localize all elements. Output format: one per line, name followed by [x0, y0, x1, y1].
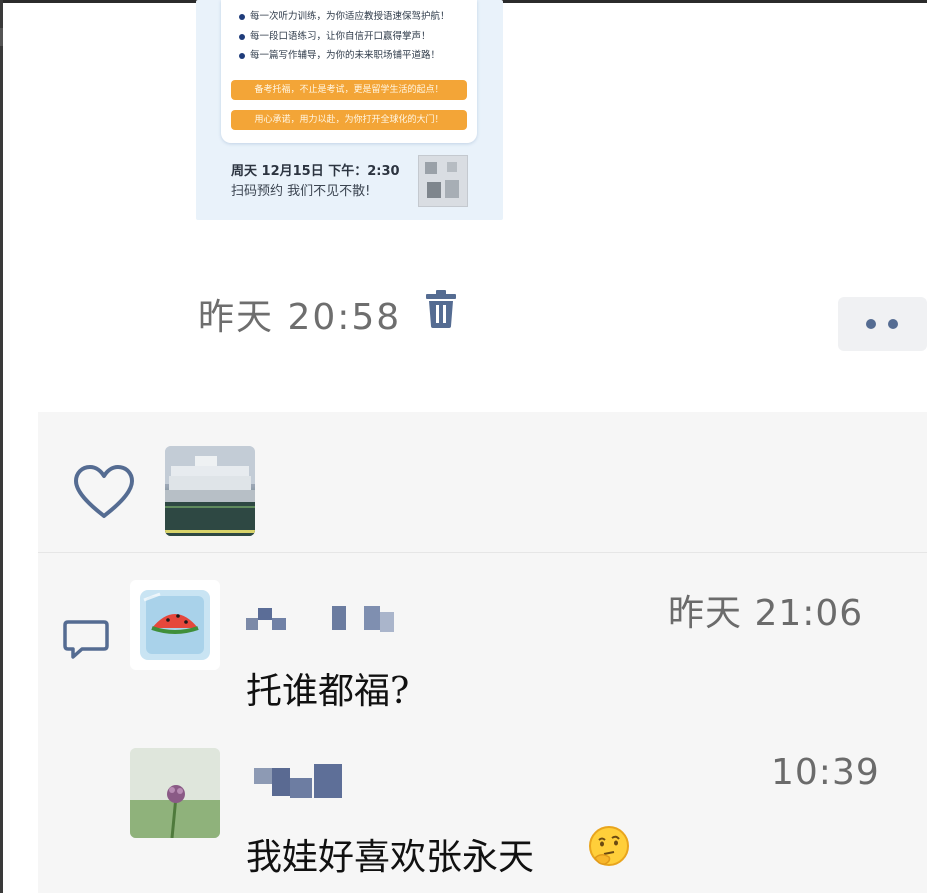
- more-options-button[interactable]: [838, 297, 927, 351]
- flower-avatar: [130, 748, 220, 838]
- post-timestamp: 昨天 20:58: [198, 297, 402, 338]
- commenter-name-redacted[interactable]: [254, 764, 354, 798]
- likes-row: [38, 412, 927, 552]
- comment-time: 昨天 21:06: [668, 593, 864, 634]
- comment-time: 10:39: [771, 752, 880, 793]
- commenter-avatar[interactable]: [130, 748, 220, 838]
- qr-code: [418, 155, 468, 207]
- commenter-avatar[interactable]: [130, 580, 220, 670]
- comment-text: 托谁都福?: [246, 671, 410, 712]
- poster-banner: 用心承诺，用力以赴，为你打开全球化的大门！: [231, 110, 467, 130]
- interactions-panel: 昨天 21:06 托谁都福? 10:39 我娃好喜欢张永天: [38, 412, 927, 893]
- watermelon-ice-avatar: [140, 590, 210, 660]
- poster-bullet: 每一篇写作辅导，为你的未来职场铺平道路！: [239, 47, 440, 61]
- poster-scan-text: 扫码预约 我们不见不散!: [231, 184, 371, 199]
- comment-icon: [63, 620, 109, 659]
- more-dots-icon: [866, 319, 876, 329]
- liker-avatar-ship[interactable]: [165, 446, 255, 536]
- section-divider: [38, 552, 927, 553]
- poster-bullet: 每一段口语练习，让你自信开口赢得掌声！: [239, 28, 431, 42]
- poster-bullet: 每一次听力训练，为你适应教授语速保驾护航！: [239, 8, 450, 22]
- more-dots-icon-dot: [888, 319, 898, 329]
- commenter-name-redacted[interactable]: [246, 598, 406, 632]
- window-corner-mark: [0, 28, 3, 46]
- comment-text: 我娃好喜欢张永天: [246, 837, 535, 878]
- poster-date: 周天 12月15日 下午：2:30: [231, 164, 400, 179]
- trash-icon[interactable]: [425, 290, 457, 328]
- poster-card: 每一次听力训练，为你适应教授语速保驾护航！ 每一段口语练习，让你自信开口赢得掌声…: [221, 0, 477, 143]
- post-image[interactable]: 每一次听力训练，为你适应教授语速保驾护航！ 每一段口语练习，让你自信开口赢得掌声…: [196, 0, 503, 220]
- heart-icon: [74, 465, 134, 518]
- thinking-emoji-icon: [589, 826, 629, 866]
- window-left-border: [0, 0, 3, 893]
- poster-banner: 备考托福，不止是考试，更是留学生活的起点！: [231, 80, 467, 100]
